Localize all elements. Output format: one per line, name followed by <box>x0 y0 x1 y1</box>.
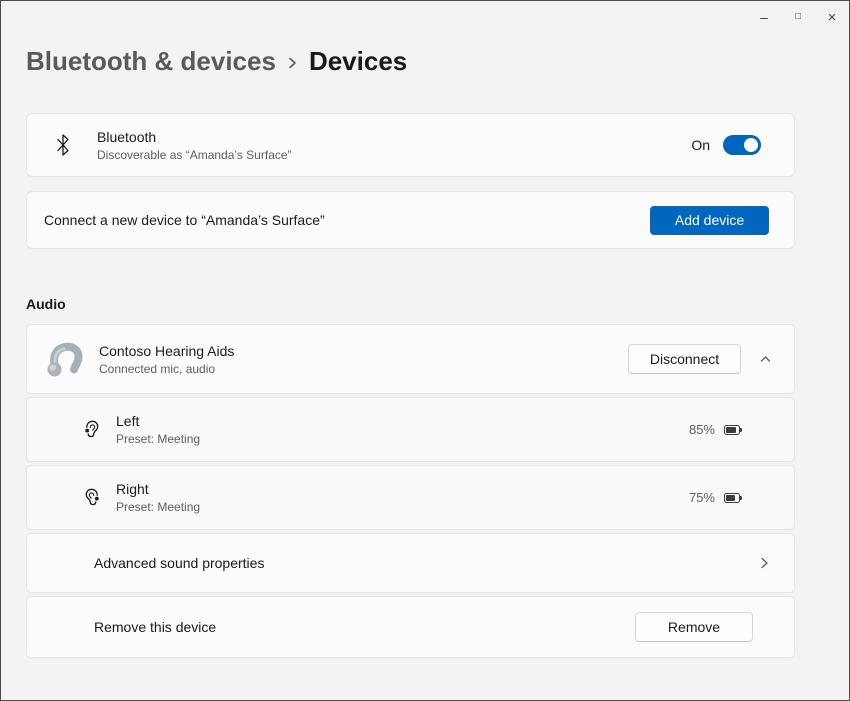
advanced-sound-properties-label: Advanced sound properties <box>94 555 264 571</box>
bluetooth-title: Bluetooth <box>97 129 292 145</box>
advanced-sound-properties-row[interactable]: Advanced sound properties <box>26 533 795 593</box>
channel-preset: Preset: Meeting <box>116 500 200 514</box>
breadcrumb: Bluetooth & devices Devices <box>26 45 795 77</box>
left-ear-icon <box>82 419 102 441</box>
device-name: Contoso Hearing Aids <box>99 343 234 359</box>
settings-content: Bluetooth & devices Devices Bluetooth Di… <box>1 45 849 658</box>
add-device-card: Connect a new device to “Amanda’s Surfac… <box>26 191 795 249</box>
channel-label: Left <box>116 413 200 429</box>
close-icon[interactable]: × <box>815 1 849 33</box>
titlebar: – □ × <box>1 1 849 33</box>
channel-row-left: Left Preset: Meeting 85% <box>26 397 795 462</box>
remove-button[interactable]: Remove <box>635 612 753 642</box>
battery-percent-label: 85% <box>689 422 715 437</box>
maximize-icon[interactable]: □ <box>781 1 815 33</box>
toggle-knob <box>744 138 758 152</box>
battery-icon <box>724 425 740 435</box>
add-device-button[interactable]: Add device <box>650 206 769 235</box>
bluetooth-toggle[interactable] <box>723 135 761 155</box>
remove-device-label: Remove this device <box>94 619 216 635</box>
bluetooth-card: Bluetooth Discoverable as “Amanda’s Surf… <box>26 113 795 177</box>
add-device-text: Connect a new device to “Amanda’s Surfac… <box>44 212 325 228</box>
hearing-aid-image <box>42 337 86 381</box>
minimize-icon[interactable]: – <box>747 1 781 33</box>
settings-window: – □ × Bluetooth & devices Devices Blueto… <box>0 0 850 701</box>
device-header-row[interactable]: Contoso Hearing Aids Connected mic, audi… <box>26 324 795 394</box>
disconnect-button[interactable]: Disconnect <box>628 344 741 374</box>
chevron-right-icon <box>756 556 772 570</box>
channel-preset: Preset: Meeting <box>116 432 200 446</box>
bluetooth-subtitle: Discoverable as “Amanda’s Surface” <box>97 148 292 162</box>
remove-device-row: Remove this device Remove <box>26 596 795 658</box>
channel-label: Right <box>116 481 200 497</box>
chevron-up-icon[interactable] <box>757 353 773 366</box>
chevron-right-icon <box>287 51 298 72</box>
toggle-state-label: On <box>691 137 710 153</box>
device-status: Connected mic, audio <box>99 362 234 376</box>
battery-icon <box>724 493 740 503</box>
audio-device-expander: Contoso Hearing Aids Connected mic, audi… <box>26 324 795 658</box>
battery-percent-label: 75% <box>689 490 715 505</box>
bluetooth-icon <box>54 132 72 158</box>
breadcrumb-parent[interactable]: Bluetooth & devices <box>26 45 276 77</box>
right-ear-icon <box>82 487 102 509</box>
audio-section-header: Audio <box>26 296 795 312</box>
page-title: Devices <box>309 45 407 77</box>
channel-row-right: Right Preset: Meeting 75% <box>26 465 795 530</box>
